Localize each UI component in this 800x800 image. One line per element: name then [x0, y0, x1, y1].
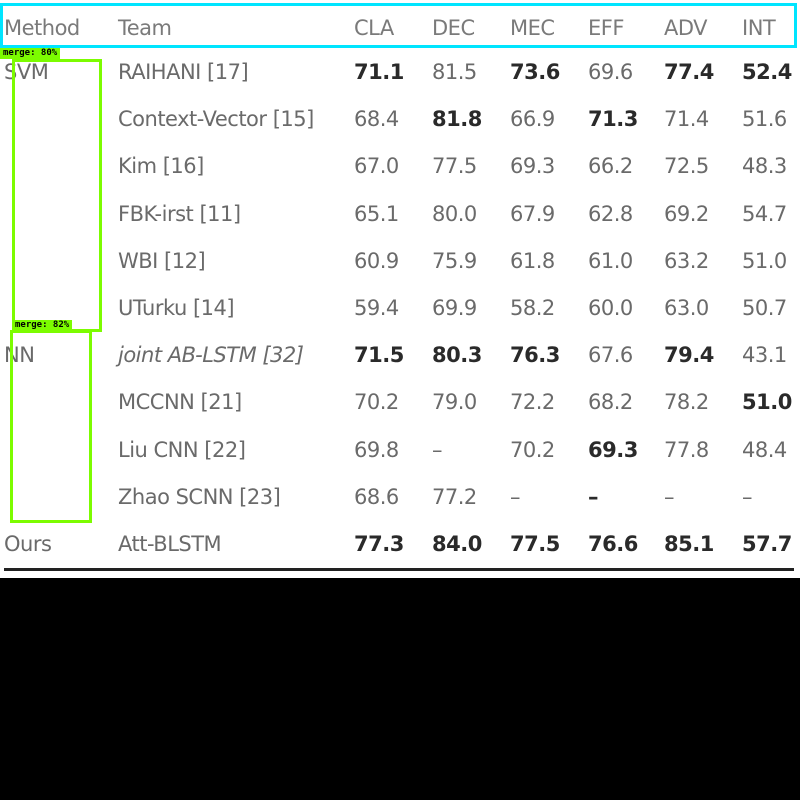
int-cell: 52.4: [742, 60, 792, 84]
dec-cell: 80.3: [432, 343, 482, 367]
eff-cell: 61.0: [588, 249, 633, 273]
adv-cell: 63.0: [664, 296, 709, 320]
table-bottom-rule: [4, 568, 794, 571]
cla-cell: 68.6: [354, 485, 399, 509]
dec-cell: 80.0: [432, 202, 477, 226]
mec-cell: 73.6: [510, 60, 560, 84]
svm-group-detection-label: merge: 80%: [0, 48, 61, 59]
adv-cell: 77.4: [664, 60, 714, 84]
table-row: UTurku [14] 59.4 69.9 58.2 60.0 63.0 50.7: [0, 293, 800, 323]
table-row: MCCNN [21] 70.2 79.0 72.2 68.2 78.2 51.0: [0, 387, 800, 417]
team-cell: Context-Vector [15]: [118, 107, 314, 131]
cla-cell: 69.8: [354, 438, 399, 462]
mec-cell: 77.5: [510, 532, 560, 556]
svm-group-detection-box: [12, 59, 102, 332]
team-cell: Kim [16]: [118, 154, 204, 178]
team-cell: joint AB-LSTM [32]: [118, 343, 304, 367]
table-row: Zhao SCNN [23] 68.6 77.2 – – – –: [0, 482, 800, 512]
mec-cell: 58.2: [510, 296, 555, 320]
table-row: FBK-irst [11] 65.1 80.0 67.9 62.8 69.2 54.7: [0, 199, 800, 229]
dec-cell: 84.0: [432, 532, 482, 556]
table-row: Ours Att-BLSTM 77.3 84.0 77.5 76.6 85.1 57.7: [0, 529, 800, 559]
mec-cell: 66.9: [510, 107, 555, 131]
header-detection-box: [0, 3, 797, 48]
mec-cell: 70.2: [510, 438, 555, 462]
table-image: Method Team CLA DEC MEC EFF ADV INT SVM R…: [0, 0, 800, 578]
eff-cell: 60.0: [588, 296, 633, 320]
team-cell: WBI [12]: [118, 249, 206, 273]
int-cell: 48.3: [742, 154, 787, 178]
eff-cell: 67.6: [588, 343, 633, 367]
int-cell: 50.7: [742, 296, 787, 320]
method-cell: Ours: [4, 532, 52, 556]
dec-cell: 79.0: [432, 390, 477, 414]
nn-group-detection-box: [10, 330, 92, 523]
int-cell: –: [742, 485, 753, 509]
cla-cell: 70.2: [354, 390, 399, 414]
eff-cell: 76.6: [588, 532, 638, 556]
team-cell: UTurku [14]: [118, 296, 235, 320]
adv-cell: 77.8: [664, 438, 709, 462]
mec-cell: 67.9: [510, 202, 555, 226]
eff-cell: 66.2: [588, 154, 633, 178]
adv-cell: –: [664, 485, 675, 509]
table-row: Context-Vector [15] 68.4 81.8 66.9 71.3 71.4 5…: [0, 104, 800, 134]
eff-cell: 68.2: [588, 390, 633, 414]
cla-cell: 59.4: [354, 296, 399, 320]
mec-cell: 61.8: [510, 249, 555, 273]
dec-cell: 77.2: [432, 485, 477, 509]
table-row: SVM RAIHANI [17] 71.1 81.5 73.6 69.6 77.4 52.4: [0, 57, 800, 87]
mec-cell: 72.2: [510, 390, 555, 414]
team-cell: RAIHANI [17]: [118, 60, 249, 84]
cla-cell: 68.4: [354, 107, 399, 131]
adv-cell: 78.2: [664, 390, 709, 414]
team-cell: FBK-irst [11]: [118, 202, 241, 226]
adv-cell: 85.1: [664, 532, 714, 556]
mec-cell: –: [510, 485, 521, 509]
table-row: Kim [16] 67.0 77.5 69.3 66.2 72.5 48.3: [0, 151, 800, 181]
cla-cell: 71.1: [354, 60, 404, 84]
team-cell: Att-BLSTM: [118, 532, 222, 556]
cla-cell: 60.9: [354, 249, 399, 273]
eff-cell: 69.3: [588, 438, 638, 462]
eff-cell: 69.6: [588, 60, 633, 84]
nn-group-detection-label: merge: 82%: [12, 320, 73, 331]
dec-cell: 81.8: [432, 107, 482, 131]
table-row: NN joint AB-LSTM [32] 71.5 80.3 76.3 67.6 79.4…: [0, 340, 800, 370]
dec-cell: 75.9: [432, 249, 477, 273]
adv-cell: 69.2: [664, 202, 709, 226]
adv-cell: 71.4: [664, 107, 709, 131]
cla-cell: 77.3: [354, 532, 404, 556]
mec-cell: 69.3: [510, 154, 555, 178]
eff-cell: 71.3: [588, 107, 638, 131]
cla-cell: 65.1: [354, 202, 399, 226]
int-cell: 43.1: [742, 343, 787, 367]
table-row: Liu CNN [22] 69.8 – 70.2 69.3 77.8 48.4: [0, 435, 800, 465]
eff-cell: 62.8: [588, 202, 633, 226]
mec-cell: 76.3: [510, 343, 560, 367]
team-cell: MCCNN [21]: [118, 390, 242, 414]
adv-cell: 72.5: [664, 154, 709, 178]
dec-cell: 69.9: [432, 296, 477, 320]
adv-cell: 63.2: [664, 249, 709, 273]
team-cell: Liu CNN [22]: [118, 438, 246, 462]
adv-cell: 79.4: [664, 343, 714, 367]
int-cell: 54.7: [742, 202, 787, 226]
int-cell: 51.0: [742, 390, 792, 414]
int-cell: 51.6: [742, 107, 787, 131]
cla-cell: 67.0: [354, 154, 399, 178]
dec-cell: 81.5: [432, 60, 477, 84]
cla-cell: 71.5: [354, 343, 404, 367]
eff-cell: –: [588, 485, 599, 509]
int-cell: 57.7: [742, 532, 792, 556]
int-cell: 51.0: [742, 249, 787, 273]
dec-cell: 77.5: [432, 154, 477, 178]
team-cell: Zhao SCNN [23]: [118, 485, 281, 509]
int-cell: 48.4: [742, 438, 787, 462]
dec-cell: –: [432, 438, 443, 462]
table-row: WBI [12] 60.9 75.9 61.8 61.0 63.2 51.0: [0, 246, 800, 276]
